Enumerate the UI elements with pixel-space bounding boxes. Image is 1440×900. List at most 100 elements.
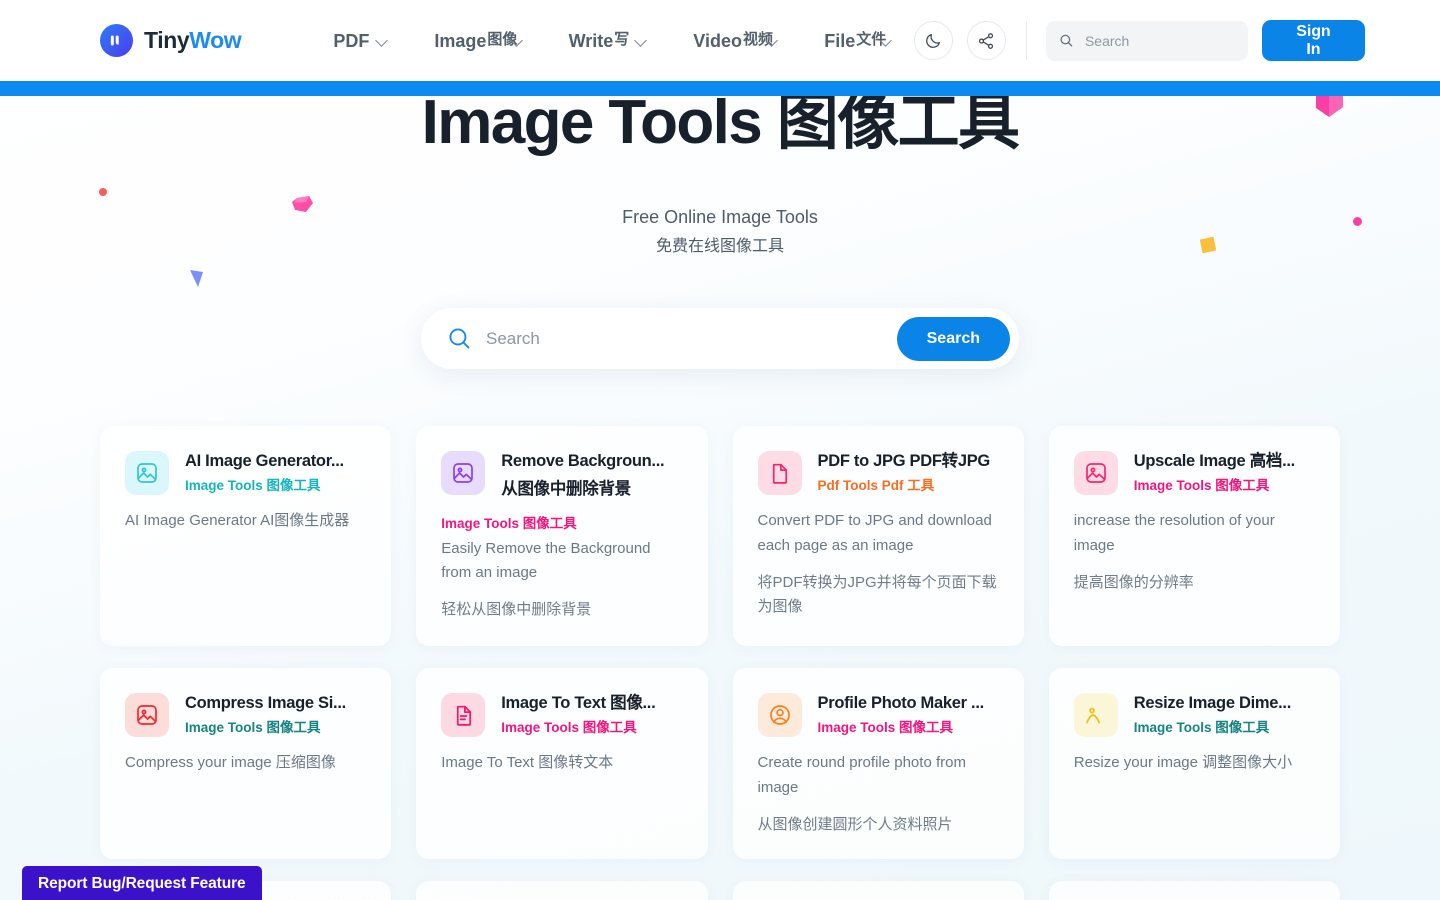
report-bug-button[interactable]: Report Bug/Request Feature: [22, 866, 262, 900]
file-text-icon: [441, 693, 485, 737]
main-nav: PDF Image图像 Write写 Video视频 File文件: [309, 32, 913, 50]
moon-icon: [924, 32, 942, 50]
nav-label: Video: [693, 32, 742, 50]
hero-search-button[interactable]: Search: [897, 317, 1010, 361]
search-icon: [1059, 32, 1074, 49]
card-description-en: increase the resolution of your image: [1074, 509, 1315, 558]
card-body: Image Tools 图像工具 Easily Remove the Backg…: [441, 515, 682, 622]
card-body: Compress your image 压缩图像: [125, 751, 366, 775]
tool-card[interactable]: Upscale Image 高档... Image Tools 图像工具 inc…: [1049, 426, 1340, 646]
tinywow-logo-icon: [100, 24, 133, 57]
card-header-text: PDF to JPG PDF转JPG Pdf Tools Pdf 工具: [818, 451, 999, 494]
card-header: Compress Image Si... Image Tools 图像工具: [125, 693, 366, 737]
card-header: Upscale Image 高档... Image Tools 图像工具: [1074, 451, 1315, 495]
card-title: PDF to JPG PDF转JPG: [818, 451, 999, 473]
card-title: Profile Photo Maker ...: [818, 693, 999, 715]
tool-card[interactable]: Profile Photo Maker ... Image Tools 图像工具…: [733, 668, 1024, 859]
sign-in-button[interactable]: Sign In: [1262, 20, 1365, 61]
card-description-en: AI Image Generator AI图像生成器: [125, 509, 366, 533]
card-category: Image Tools 图像工具: [185, 719, 366, 737]
tool-card[interactable]: PDF to JPG PDF转JPG Pdf Tools Pdf 工具 Conv…: [733, 426, 1024, 646]
card-body: Resize your image 调整图像大小: [1074, 751, 1315, 775]
card-header-text: Compress Image Si... Image Tools 图像工具: [185, 693, 366, 736]
card-header-text: Resize Image Dime... Image Tools 图像工具: [1134, 693, 1315, 736]
user-avatar-icon: [758, 693, 802, 737]
nav-item-video[interactable]: Video视频: [669, 32, 800, 50]
card-description-en: Resize your image 调整图像大小: [1074, 751, 1315, 775]
card-header-text: AI Image Generator... Image Tools 图像工具: [185, 451, 366, 494]
hero-subtitle-cn: 免费在线图像工具: [0, 232, 1440, 262]
site-header: TinyWow PDF Image图像 Write写 Video视频 File文…: [0, 0, 1440, 81]
card-body: AI Image Generator AI图像生成器: [125, 509, 366, 533]
page-title: Image Tools 图像工具: [0, 90, 1440, 155]
header-actions: Sign In: [914, 20, 1365, 61]
tools-grid: AI Image Generator... Image Tools 图像工具 A…: [100, 426, 1340, 900]
tool-card[interactable]: Remove Backgroun... 从图像中删除背景 Image Tools…: [416, 426, 707, 646]
card-description-cn: 轻松从图像中删除背景: [441, 598, 682, 622]
nav-item-file[interactable]: File文件: [800, 32, 913, 50]
card-title: AI Image Generator...: [185, 451, 366, 473]
dark-mode-toggle[interactable]: [914, 21, 953, 60]
image-picture-icon: [125, 693, 169, 737]
card-description-en: Create round profile photo from image: [758, 751, 999, 800]
tool-card[interactable]: Compress Image Si... Image Tools 图像工具 Co…: [100, 668, 391, 859]
nav-label: File: [824, 32, 855, 50]
card-body: increase the resolution of your image 提高…: [1074, 509, 1315, 595]
card-header: Remove Backgroun... 从图像中删除背景: [441, 451, 682, 501]
card-description-cn: 从图像创建圆形个人资料照片: [758, 813, 999, 837]
nav-item-image[interactable]: Image图像: [410, 32, 544, 50]
card-category: Image Tools 图像工具: [1134, 477, 1315, 495]
hero-search[interactable]: Search: [421, 308, 1019, 369]
card-body: Create round profile photo from image 从图…: [758, 751, 999, 837]
card-title-cn: 从图像中删除背景: [501, 479, 682, 501]
hero-search-input[interactable]: [486, 329, 897, 349]
card-header-text: Image To Text 图像... Image Tools 图像工具: [501, 693, 682, 736]
card-header: Profile Photo Maker ... Image Tools 图像工具: [758, 693, 999, 737]
card-title: Remove Backgroun...: [501, 451, 682, 473]
search-icon: [447, 326, 472, 351]
tool-card[interactable]: HEIC to JPG HEIC转J...: [416, 881, 707, 900]
card-header-text: Profile Photo Maker ... Image Tools 图像工具: [818, 693, 999, 736]
tool-card[interactable]: Remove Objects Ph...: [733, 881, 1024, 900]
card-category: Image Tools 图像工具: [441, 515, 682, 533]
share-button[interactable]: [967, 21, 1006, 60]
hero-subtitle-en: Free Online Image Tools: [0, 203, 1440, 232]
card-description-cn: 提高图像的分辨率: [1074, 571, 1315, 595]
chevron-down-icon: [375, 34, 388, 47]
nav-label-cn: 图像: [487, 32, 504, 48]
card-category: Pdf Tools Pdf 工具: [818, 477, 999, 495]
share-icon: [977, 32, 995, 50]
file-document-icon: [758, 451, 802, 495]
brand-wow: Wow: [189, 27, 241, 53]
tool-card[interactable]: AI Image Generator... Image Tools 图像工具 A…: [100, 426, 391, 646]
card-body: Convert PDF to JPG and download each pag…: [758, 509, 999, 619]
nav-label-cn: 写: [614, 32, 629, 48]
image-picture-icon: [125, 451, 169, 495]
card-title: Compress Image Si...: [185, 693, 366, 715]
card-description-en: Convert PDF to JPG and download each pag…: [758, 509, 999, 558]
brand-name: TinyWow: [144, 27, 241, 54]
page-loading-bar: [0, 81, 1440, 96]
brand-logo[interactable]: TinyWow: [100, 24, 241, 57]
card-body: Image To Text 图像转文本: [441, 751, 682, 775]
header-search[interactable]: [1046, 21, 1248, 61]
nav-item-write[interactable]: Write写: [545, 32, 670, 50]
tool-card[interactable]: Blur Background To...: [1049, 881, 1340, 900]
card-header-text: Upscale Image 高档... Image Tools 图像工具: [1134, 451, 1315, 494]
tool-card[interactable]: Resize Image Dime... Image Tools 图像工具 Re…: [1049, 668, 1340, 859]
nav-label-cn: 文件: [856, 32, 873, 48]
image-picture-icon: [441, 451, 485, 495]
card-header: PDF to JPG PDF转JPG Pdf Tools Pdf 工具: [758, 451, 999, 495]
card-category: Image Tools 图像工具: [185, 477, 366, 495]
header-divider: [1026, 21, 1027, 60]
image-picture-icon: [1074, 451, 1118, 495]
nav-label-cn: 视频: [743, 32, 760, 48]
nav-label: PDF: [333, 32, 369, 50]
nav-item-pdf[interactable]: PDF: [309, 32, 410, 50]
brand-tiny: Tiny: [144, 27, 189, 53]
card-description-cn: 将PDF转换为JPG并将每个页面下载为图像: [758, 571, 999, 620]
tool-card[interactable]: Image To Text 图像... Image Tools 图像工具 Ima…: [416, 668, 707, 859]
header-search-input[interactable]: [1085, 33, 1235, 49]
card-title: Resize Image Dime...: [1134, 693, 1315, 715]
mountain-image-icon: [1074, 693, 1118, 737]
